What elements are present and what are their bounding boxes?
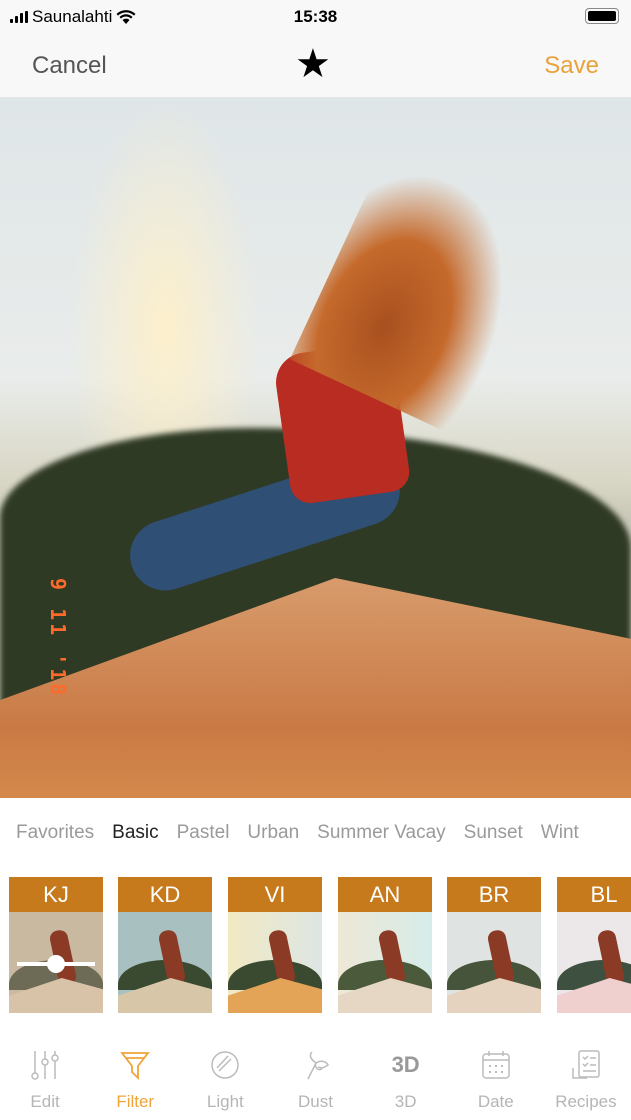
category-favorites[interactable]: Favorites bbox=[16, 822, 94, 844]
battery-icon bbox=[585, 8, 619, 24]
slider-knob[interactable] bbox=[47, 955, 65, 973]
photo-preview[interactable]: 9 11 '18 bbox=[0, 98, 631, 798]
filter-vi[interactable]: VI bbox=[228, 877, 322, 1013]
category-summer-vacay[interactable]: Summer Vacay bbox=[317, 822, 445, 844]
category-sunset[interactable]: Sunset bbox=[464, 822, 523, 844]
tool-tab-bar: Edit Filter Light Dust 3D 3D Date Recipe… bbox=[0, 1040, 631, 1120]
tab-edit[interactable]: Edit bbox=[0, 1040, 90, 1120]
tab-date[interactable]: Date bbox=[451, 1040, 541, 1120]
date-stamp: 9 11 '18 bbox=[46, 578, 70, 699]
filter-label: KJ bbox=[9, 877, 103, 912]
category-urban[interactable]: Urban bbox=[247, 822, 299, 844]
lens-icon bbox=[211, 1051, 240, 1079]
filter-label: BL bbox=[557, 877, 631, 912]
tab-filter[interactable]: Filter bbox=[90, 1040, 180, 1120]
tab-recipes[interactable]: Recipes bbox=[541, 1040, 631, 1120]
filter-bl[interactable]: BL bbox=[557, 877, 631, 1013]
tab-dust[interactable]: Dust bbox=[270, 1040, 360, 1120]
calendar-icon bbox=[482, 1051, 510, 1079]
tab-3d[interactable]: 3D 3D bbox=[361, 1040, 451, 1120]
filter-label: BR bbox=[447, 877, 541, 912]
filter-br[interactable]: BR bbox=[447, 877, 541, 1013]
3d-icon: 3D bbox=[391, 1052, 420, 1077]
dust-icon bbox=[307, 1051, 330, 1080]
tab-label: Light bbox=[206, 1092, 244, 1111]
tab-label: Recipes bbox=[555, 1092, 617, 1111]
filter-an[interactable]: AN bbox=[338, 877, 432, 1013]
tab-label: Filter bbox=[116, 1092, 155, 1111]
tab-label: Dust bbox=[298, 1092, 333, 1111]
funnel-icon bbox=[120, 1052, 151, 1081]
filter-label: AN bbox=[338, 877, 432, 912]
tab-label: 3D bbox=[394, 1092, 417, 1111]
tab-light[interactable]: Light bbox=[180, 1040, 270, 1120]
tab-label: Edit bbox=[30, 1092, 60, 1111]
recipe-icon bbox=[572, 1050, 600, 1079]
save-button[interactable]: Save bbox=[544, 52, 599, 80]
filter-kj[interactable]: KJ bbox=[9, 877, 103, 1013]
category-pastel[interactable]: Pastel bbox=[177, 822, 230, 844]
filter-kd[interactable]: KD bbox=[118, 877, 212, 1013]
cancel-button[interactable]: Cancel bbox=[32, 52, 107, 80]
filter-label: VI bbox=[228, 877, 322, 912]
clock: 15:38 bbox=[293, 7, 338, 26]
nav-bar: Cancel ★ Save bbox=[0, 32, 631, 98]
tab-label: Date bbox=[477, 1092, 514, 1111]
category-winter[interactable]: Wint bbox=[541, 822, 579, 844]
sliders-icon bbox=[31, 1051, 59, 1080]
category-tabs: Favorites Basic Pastel Urban Summer Vaca… bbox=[16, 822, 579, 844]
status-bar: Saunalahti 15:38 bbox=[0, 0, 631, 32]
filter-label: KD bbox=[118, 877, 212, 912]
star-icon[interactable]: ★ bbox=[295, 44, 331, 84]
category-basic[interactable]: Basic bbox=[112, 822, 158, 844]
